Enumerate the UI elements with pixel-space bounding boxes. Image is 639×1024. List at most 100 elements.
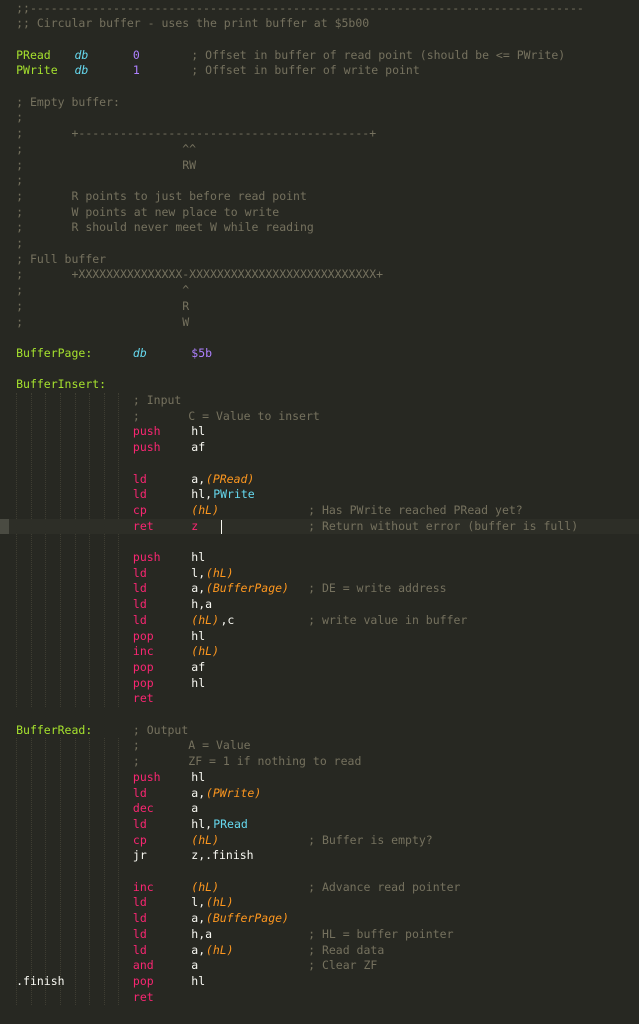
- code-line[interactable]: ld a, (BufferPage) ; DE = write address: [0, 581, 639, 597]
- comment-text: ; Return without error (buffer is full): [308, 518, 579, 533]
- code-line[interactable]: ;;--------------------------------------…: [0, 1, 639, 17]
- code-line[interactable]: ;: [0, 236, 639, 252]
- code-line[interactable]: ; A = Value: [0, 738, 639, 754]
- code-line[interactable]: ;: [0, 173, 639, 189]
- memory-operand: (hL): [191, 832, 219, 847]
- comment-text: ; ^^: [16, 141, 197, 156]
- code-line[interactable]: [0, 534, 639, 550]
- code-line[interactable]: ld l, (hL): [0, 566, 639, 582]
- code-line[interactable]: ld (hL) ,c ; write value in buffer: [0, 613, 639, 629]
- code-line[interactable]: [0, 707, 639, 723]
- code-line[interactable]: ; R: [0, 299, 639, 315]
- instruction-mnemonic: ld: [132, 565, 147, 580]
- code-editor[interactable]: ;;--------------------------------------…: [0, 0, 639, 1024]
- code-line[interactable]: ; W points at new place to write: [0, 205, 639, 221]
- comment-text: ; C = Value to insert: [132, 408, 320, 423]
- code-line[interactable]: [0, 864, 639, 880]
- code-line[interactable]: [0, 362, 639, 378]
- operand: hl,: [191, 487, 213, 502]
- code-line[interactable]: ld h,a ; HL = buffer pointer: [0, 927, 639, 943]
- comment-text: ; +-------------------------------------…: [16, 126, 377, 141]
- operand: h,a: [191, 926, 213, 941]
- code-line[interactable]: ; ZF = 1 if nothing to read: [0, 754, 639, 770]
- memory-operand: (PWrite): [205, 785, 262, 800]
- code-line[interactable]: ; Empty buffer:: [0, 95, 639, 111]
- code-line[interactable]: pop hl: [0, 676, 639, 692]
- code-line[interactable]: ; Input: [0, 393, 639, 409]
- code-line[interactable]: ; ^^: [0, 142, 639, 158]
- code-line[interactable]: ld l, (hL): [0, 895, 639, 911]
- code-line[interactable]: BufferRead: ; Output: [0, 723, 639, 739]
- instruction-mnemonic: pop: [132, 973, 154, 988]
- code-line[interactable]: ; C = Value to insert: [0, 409, 639, 425]
- directive: db: [74, 63, 89, 78]
- memory-operand: (hL): [205, 895, 234, 910]
- instruction-mnemonic: ld: [132, 895, 147, 910]
- operand: a,: [191, 471, 206, 486]
- code-line[interactable]: push hl: [0, 424, 639, 440]
- operand: h,a: [191, 597, 213, 612]
- code-line[interactable]: ; RW: [0, 158, 639, 174]
- code-line[interactable]: ; +XXXXXXXXXXXXXXX-XXXXXXXXXXXXXXXXXXXXX…: [0, 267, 639, 283]
- code-line[interactable]: cp (hL) ; Buffer is empty?: [0, 833, 639, 849]
- code-line[interactable]: pop hl: [0, 629, 639, 645]
- instruction-mnemonic: ld: [132, 471, 147, 486]
- code-line[interactable]: ; +-------------------------------------…: [0, 126, 639, 142]
- code-line[interactable]: [0, 456, 639, 472]
- code-line[interactable]: jr z,.finish: [0, 848, 639, 864]
- operand: hl: [191, 973, 206, 988]
- code-line[interactable]: ;; Circular buffer - uses the print buff…: [0, 16, 639, 32]
- directive: db: [74, 47, 89, 62]
- instruction-mnemonic: ld: [132, 911, 147, 926]
- symbol-operand: PRead: [213, 816, 248, 831]
- code-line[interactable]: PWrite db 1 ; Offset in buffer of write poi…: [0, 63, 639, 79]
- code-line[interactable]: pop af: [0, 660, 639, 676]
- code-line[interactable]: dec a: [0, 801, 639, 817]
- code-line[interactable]: ld a, (PRead): [0, 472, 639, 488]
- code-line[interactable]: [0, 330, 639, 346]
- instruction-mnemonic: inc: [132, 644, 154, 659]
- code-line[interactable]: ret z ; Return without error (buffer is fu…: [0, 518, 639, 535]
- code-line[interactable]: push hl: [0, 770, 639, 786]
- code-line[interactable]: ; Full buffer: [0, 252, 639, 268]
- code-line[interactable]: push af: [0, 440, 639, 456]
- comment-text: ;;--------------------------------------…: [16, 0, 584, 15]
- code-line[interactable]: ; R should never meet W while reading: [0, 220, 639, 236]
- code-line[interactable]: [0, 79, 639, 95]
- code-line[interactable]: ld a, (hL) ; Read data: [0, 943, 639, 959]
- code-line[interactable]: BufferPage: db $5b: [0, 346, 639, 362]
- memory-operand: (hL): [191, 879, 219, 894]
- comment-text: ; Buffer is empty?: [308, 832, 433, 847]
- code-line[interactable]: ld hl, PRead: [0, 817, 639, 833]
- code-line[interactable]: cp (hL) ; Has PWrite reached PRead yet?: [0, 503, 639, 519]
- code-line[interactable]: inc (hL): [0, 644, 639, 660]
- code-line[interactable]: ld a, (PWrite): [0, 786, 639, 802]
- code-line[interactable]: ; ^: [0, 283, 639, 299]
- code-line[interactable]: BufferInsert:: [0, 377, 639, 393]
- operand: a: [191, 801, 199, 816]
- comment-text: ; Read data: [308, 942, 385, 957]
- code-line[interactable]: ; W: [0, 315, 639, 331]
- comment-text: ; write value in buffer: [308, 612, 468, 627]
- instruction-mnemonic: push: [132, 424, 161, 439]
- code-line[interactable]: ret: [0, 990, 639, 1006]
- code-label: PRead: [16, 47, 51, 62]
- code-line[interactable]: inc (hL) ; Advance read pointer: [0, 880, 639, 896]
- code-line[interactable]: and a ; Clear ZF: [0, 958, 639, 974]
- code-line[interactable]: ld a, (BufferPage): [0, 911, 639, 927]
- instruction-mnemonic: cp: [132, 502, 147, 517]
- instruction-mnemonic: pop: [132, 628, 154, 643]
- operand: af: [191, 440, 206, 455]
- code-line[interactable]: ld hl, PWrite: [0, 487, 639, 503]
- code-line[interactable]: [0, 32, 639, 48]
- code-line[interactable]: .finish pop hl: [0, 974, 639, 990]
- code-line[interactable]: PRead db 0 ; Offset in buffer of read point…: [0, 48, 639, 64]
- code-line[interactable]: push hl: [0, 550, 639, 566]
- operand: .finish: [16, 973, 65, 988]
- code-line[interactable]: ret: [0, 691, 639, 707]
- operand: hl: [191, 769, 206, 784]
- code-line[interactable]: ;: [0, 110, 639, 126]
- code-line[interactable]: ; R points to just before read point: [0, 189, 639, 205]
- code-line[interactable]: ld h,a: [0, 597, 639, 613]
- code-label: BufferRead:: [16, 722, 93, 737]
